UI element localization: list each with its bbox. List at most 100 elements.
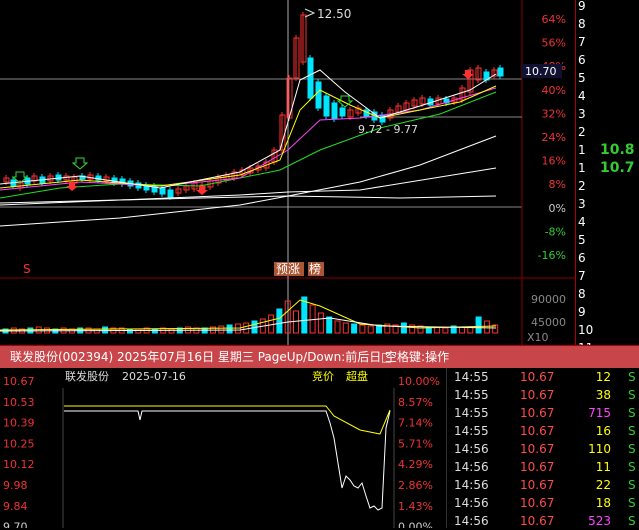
price-tick-label: 10.25 — [3, 437, 35, 450]
order-book-row: 9 — [576, 304, 639, 320]
trade-price: 10.67 — [520, 406, 555, 420]
order-book-level: 4 — [578, 215, 586, 229]
trade-price: 10.67 — [520, 388, 555, 402]
event-mark-zhangting: 预涨 — [276, 261, 300, 276]
order-book: 98765432110.8110.7234567891011 — [575, 0, 639, 355]
trade-time: 14:56 — [454, 460, 489, 474]
volume-bar — [359, 324, 366, 334]
order-book-row: 2 — [576, 178, 639, 194]
volume-bar — [268, 314, 275, 334]
volume-bar — [367, 325, 374, 334]
trade-time: 14:55 — [454, 406, 489, 420]
trade-volume: 16 — [595, 424, 611, 438]
trade-volume: 38 — [595, 388, 611, 402]
order-book-price: 10.8 — [600, 142, 635, 158]
volume-bar — [168, 328, 175, 334]
order-book-level: 3 — [578, 107, 586, 121]
trade-side: S — [628, 460, 636, 474]
kline-main-area[interactable]: 64%56%48%40%32%24%16%8%0%-8%-16%12.509.7… — [0, 0, 639, 355]
order-book-row: 2 — [576, 124, 639, 140]
trade-row: 14:55 10.67 12 S — [448, 368, 639, 386]
intraday-price-line — [64, 410, 391, 511]
order-book-row: 1 10.8 — [576, 142, 639, 158]
tag-chaopan: 超盘 — [346, 369, 368, 383]
intraday-chart-panel[interactable]: 10.67 10.00% 10.53 8.57% 10.39 7.14% 10.25 5.71… — [0, 368, 447, 528]
trade-side: S — [628, 424, 636, 438]
pct-tick-label: 32% — [542, 107, 566, 120]
trade-time: 14:56 — [454, 514, 489, 528]
trade-ticker-list[interactable]: 14:55 10.67 12 S 14:55 10.67 38 S 14:55 10.67 715 S… — [448, 368, 639, 528]
event-mark-bang: 榜 — [309, 261, 321, 276]
trade-time: 14:56 — [454, 442, 489, 456]
order-book-level: 8 — [578, 287, 586, 301]
kline-chart[interactable]: 64%56%48%40%32%24%16%8%0%-8%-16%12.509.7… — [0, 0, 575, 345]
volume-bar — [326, 316, 333, 334]
order-book-level: 2 — [578, 125, 586, 139]
vol-tick-label: 90000 — [531, 293, 566, 306]
intraday-line-chart: 10.67 10.00% 10.53 8.57% 10.39 7.14% 10.25 5.71… — [3, 369, 440, 528]
order-book-row: 3 — [576, 106, 639, 122]
volume-bar — [483, 320, 490, 334]
vol-unit-label: X10 — [527, 331, 549, 344]
candle-body — [379, 114, 386, 123]
trade-volume: 22 — [595, 478, 611, 492]
trade-time: 14:56 — [454, 478, 489, 492]
volume-bar — [218, 325, 225, 334]
order-book-row: 6 — [576, 52, 639, 68]
order-book-level: 7 — [578, 35, 586, 49]
volume-bar — [102, 326, 109, 334]
order-book-level: 1 — [578, 161, 586, 175]
volume-bar — [400, 322, 407, 334]
trade-time: 14:55 — [454, 424, 489, 438]
trade-side: S — [628, 478, 636, 492]
volume-bar — [317, 312, 324, 334]
order-book-level: 8 — [578, 17, 586, 31]
candle-body — [497, 67, 504, 77]
tag-jingjia: 竞价 — [312, 369, 334, 383]
order-book-row: 6 — [576, 250, 639, 266]
date-label: 2025-07-16 — [122, 370, 186, 383]
pct-tick-label: 8.57% — [398, 396, 433, 409]
order-book-row: 3 — [576, 196, 639, 212]
trade-volume: 18 — [595, 496, 611, 510]
volume-bar — [475, 316, 482, 334]
trade-price: 10.67 — [520, 424, 555, 438]
order-book-level: 10 — [578, 323, 594, 337]
event-mark-s: S — [23, 262, 31, 276]
trade-side: S — [628, 370, 636, 384]
trade-time: 14:55 — [454, 370, 489, 384]
volume-bar — [135, 328, 142, 334]
price-tick-label: 10.39 — [3, 417, 35, 430]
close-icon[interactable]: □ — [381, 346, 392, 368]
candle-body — [331, 102, 338, 120]
trade-row: 14:56 10.67 22 S — [448, 476, 639, 494]
order-book-row: 7 — [576, 268, 639, 284]
order-book-row: 4 — [576, 214, 639, 230]
order-book-row: 9 — [576, 0, 639, 14]
popup-title-bar[interactable]: 联发股份(002394) 2025年07月16日 星期三 PageUp/Down… — [0, 346, 639, 368]
trade-price: 10.67 — [520, 514, 555, 528]
pct-tick-label: 4.29% — [398, 458, 433, 471]
trade-price: 10.67 — [520, 460, 555, 474]
pct-tick-label: 64% — [542, 13, 566, 26]
order-book-row: 8 — [576, 16, 639, 32]
trade-side: S — [628, 406, 636, 420]
candle-body — [315, 81, 322, 109]
pct-tick-label: -16% — [538, 249, 566, 262]
trade-row: 14:55 10.67 715 S — [448, 404, 639, 422]
trade-row: 14:56 10.67 110 S — [448, 440, 639, 458]
volume-bar — [334, 320, 341, 334]
order-book-level: 9 — [578, 0, 586, 13]
pct-tick-label: 0% — [549, 202, 566, 215]
intraday-popup-window[interactable]: 联发股份(002394) 2025年07月16日 星期三 PageUp/Down… — [0, 345, 639, 528]
order-book-row: 5 — [576, 232, 639, 248]
vol-tick-label: 45000 — [531, 316, 566, 329]
order-book-level: 7 — [578, 269, 586, 283]
order-book-level: 5 — [578, 71, 586, 85]
trade-time: 14:55 — [454, 388, 489, 402]
volume-bar — [293, 310, 299, 334]
pct-tick-label: 5.71% — [398, 437, 433, 450]
trade-side: S — [628, 514, 636, 528]
trade-price: 10.67 — [520, 442, 555, 456]
candle-body — [323, 95, 330, 117]
